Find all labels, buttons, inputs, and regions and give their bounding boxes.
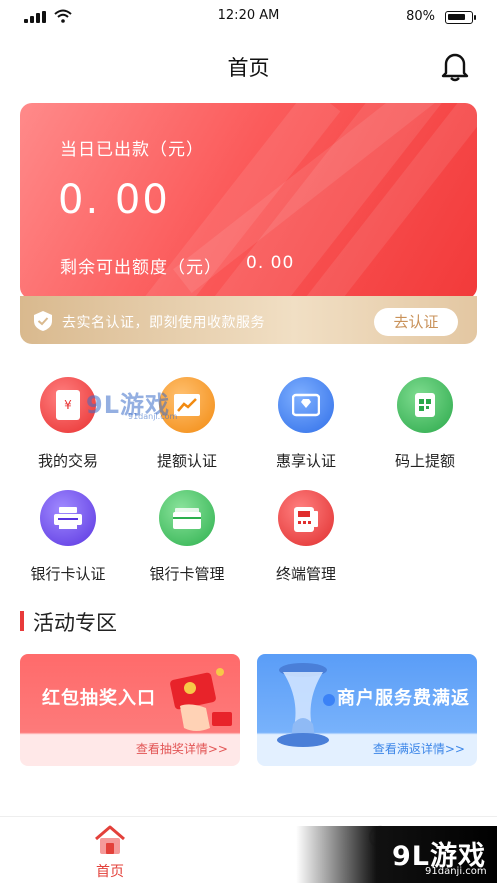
grid-item-bank-card-verify[interactable]: 银行卡认证 bbox=[13, 490, 123, 584]
pos-terminal-icon bbox=[278, 490, 334, 546]
grid-label: 码上提额 bbox=[394, 452, 455, 470]
bell-icon[interactable] bbox=[440, 50, 470, 82]
section-accent bbox=[20, 611, 24, 631]
grid-label: 我的交易 bbox=[37, 452, 98, 470]
shield-check-icon bbox=[34, 311, 52, 331]
today-payout-label: 当日已出款（元） bbox=[60, 140, 204, 160]
card-reader-icon bbox=[40, 490, 96, 546]
grid-item-bank-card-manage[interactable]: 银行卡管理 bbox=[132, 490, 242, 584]
svg-text:¥: ¥ bbox=[64, 398, 72, 412]
payout-card: 当日已出款（元） 0. 00 剩余可出额度（元） 0. 00 bbox=[20, 103, 477, 299]
grid-item-benefit-verify[interactable]: 惠享认证 bbox=[251, 377, 361, 471]
activity-card-lottery[interactable]: 红包抽奖入口 查看抽奖详情>> bbox=[20, 654, 240, 766]
verify-banner: 去实名认证，即刻使用收款服务 去认证 bbox=[20, 296, 477, 344]
hourglass-icon bbox=[277, 663, 335, 747]
activity-link[interactable]: 查看满返详情>> bbox=[373, 740, 465, 757]
tab-home-label: 首页 bbox=[96, 864, 124, 880]
remaining-quota-label: 剩余可出额度（元） bbox=[60, 258, 222, 278]
activity-title: 商户服务费满返 bbox=[337, 688, 470, 709]
activity-link[interactable]: 查看抽奖详情>> bbox=[136, 740, 228, 757]
remaining-quota-amount: 0. 00 bbox=[246, 253, 295, 273]
verify-banner-text: 去实名认证，即刻使用收款服务 bbox=[62, 315, 265, 331]
section-title: 活动专区 bbox=[33, 611, 117, 635]
home-icon bbox=[95, 825, 125, 854]
today-payout-amount: 0. 00 bbox=[58, 177, 170, 223]
battery-icon bbox=[445, 11, 476, 24]
battery-percent: 80% bbox=[406, 9, 435, 24]
watermark-sub: 91danji.com bbox=[128, 412, 178, 421]
diamond-badge-icon bbox=[278, 377, 334, 433]
verify-button[interactable]: 去认证 bbox=[374, 308, 458, 336]
grid-label: 惠享认证 bbox=[275, 452, 336, 470]
activity-card-fee-rebate[interactable]: 商户服务费满返 查看满返详情>> bbox=[257, 654, 477, 766]
bank-card-icon bbox=[159, 490, 215, 546]
grid-label: 银行卡管理 bbox=[149, 565, 225, 583]
activity-title: 红包抽奖入口 bbox=[42, 688, 156, 709]
grid-label: 提额认证 bbox=[156, 452, 217, 470]
page-title: 首页 bbox=[227, 56, 270, 80]
grid-label: 银行卡认证 bbox=[30, 565, 106, 583]
watermark-sub-bottom: 91danji.com bbox=[425, 866, 487, 877]
tab-home[interactable]: 首页 bbox=[80, 825, 140, 881]
qr-code-icon bbox=[397, 377, 453, 433]
red-envelope-icon bbox=[170, 668, 232, 731]
status-bar: 12:20 AM 80% bbox=[0, 0, 497, 34]
grid-item-terminal-manage[interactable]: 终端管理 bbox=[251, 490, 361, 584]
grid-label: 终端管理 bbox=[275, 565, 336, 583]
grid-item-qr-limit[interactable]: 码上提额 bbox=[370, 377, 480, 471]
